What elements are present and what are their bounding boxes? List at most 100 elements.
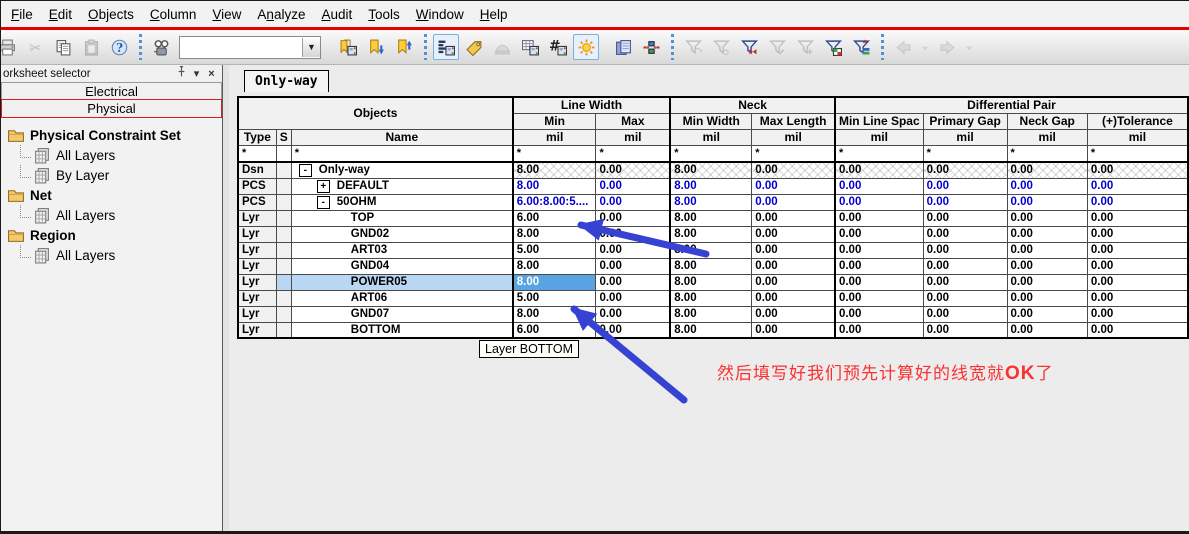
value-cell[interactable]: 8.00	[670, 162, 752, 178]
value-cell[interactable]: 0.00	[1087, 290, 1188, 306]
value-cell[interactable]: 0.00	[1007, 210, 1087, 226]
name-cell[interactable]: GND02	[291, 226, 513, 242]
close-icon[interactable]: ×	[204, 67, 219, 82]
value-cell[interactable]: 8.00	[670, 258, 752, 274]
menu-file[interactable]: File	[3, 4, 41, 25]
capture-button[interactable]	[489, 34, 515, 60]
value-cell[interactable]: 0.00	[923, 226, 1007, 242]
name-cell[interactable]: -Only-way	[291, 162, 513, 178]
menu-analyze[interactable]: Analyze	[249, 4, 313, 25]
filter-cell[interactable]: *	[513, 145, 596, 162]
status-cell[interactable]	[276, 274, 291, 290]
status-cell[interactable]	[276, 290, 291, 306]
name-cell[interactable]: +DEFAULT	[291, 178, 513, 194]
tree-item-region[interactable]: Region	[7, 225, 222, 245]
filter-cell[interactable]: *	[238, 145, 276, 162]
sidebar-tab-electrical[interactable]: Electrical	[1, 82, 222, 100]
value-cell[interactable]: 0.00	[752, 290, 835, 306]
value-cell[interactable]: 0.00	[752, 162, 835, 178]
filter-clear-button[interactable]	[708, 34, 734, 60]
value-cell[interactable]: 8.00	[513, 178, 596, 194]
menu-edit[interactable]: Edit	[41, 4, 80, 25]
value-cell[interactable]: 8.00	[670, 274, 752, 290]
name-cell[interactable]: -50OHM	[291, 194, 513, 210]
spreadsheet-view-button[interactable]	[517, 34, 543, 60]
copy-button[interactable]	[50, 34, 76, 60]
value-cell[interactable]: 0.00	[923, 290, 1007, 306]
status-cell[interactable]	[276, 306, 291, 322]
value-cell[interactable]: 0.00	[1007, 242, 1087, 258]
bookmarks-button[interactable]	[335, 34, 361, 60]
value-cell[interactable]: 8.00	[670, 242, 752, 258]
sidebar-tab-physical[interactable]: Physical	[1, 99, 222, 118]
value-cell[interactable]: 0.00	[752, 194, 835, 210]
net-topology-button[interactable]	[638, 34, 664, 60]
column-header-min-width[interactable]: Min Width	[670, 113, 752, 129]
tree-item-physical-constraint-set[interactable]: Physical Constraint Set	[7, 125, 222, 145]
chevron-down-icon[interactable]: ▾	[189, 67, 204, 82]
value-cell[interactable]: 0.00	[923, 258, 1007, 274]
tree-item-by-layer[interactable]: By Layer	[7, 165, 222, 185]
value-cell[interactable]: 0.00	[596, 274, 670, 290]
column-header-max[interactable]: Max	[596, 113, 670, 129]
value-cell[interactable]: 0.00	[923, 162, 1007, 178]
value-cell[interactable]: 8.00	[513, 226, 596, 242]
filter-table-button[interactable]	[820, 34, 846, 60]
name-cell[interactable]: POWER05	[291, 274, 513, 290]
filter-cell[interactable]: *	[1007, 145, 1087, 162]
value-cell[interactable]: 6.00:8.00:5....	[513, 194, 596, 210]
help-button[interactable]: ?	[106, 34, 132, 60]
pin-icon[interactable]	[174, 65, 189, 83]
menu-column[interactable]: Column	[142, 4, 205, 25]
value-cell[interactable]: 0.00	[835, 242, 923, 258]
value-cell[interactable]: 0.00	[923, 274, 1007, 290]
value-cell[interactable]: 0.00	[1087, 258, 1188, 274]
value-cell[interactable]: 0.00	[1087, 274, 1188, 290]
value-cell[interactable]: 0.00	[596, 290, 670, 306]
value-cell[interactable]: 8.00	[513, 258, 596, 274]
value-cell[interactable]: 8.00	[670, 178, 752, 194]
value-cell[interactable]: 6.00	[513, 210, 596, 226]
type-cell[interactable]: Dsn	[238, 162, 276, 178]
type-cell[interactable]: Lyr	[238, 274, 276, 290]
menu-help[interactable]: Help	[472, 4, 516, 25]
value-cell[interactable]: 0.00	[752, 258, 835, 274]
value-cell[interactable]: 0.00	[835, 306, 923, 322]
column-header--tolerance[interactable]: (+)Tolerance	[1087, 113, 1188, 129]
tree-item-all-layers[interactable]: All Layers	[7, 145, 222, 165]
value-cell[interactable]: 0.00	[1007, 226, 1087, 242]
value-cell[interactable]: 0.00	[752, 226, 835, 242]
value-cell[interactable]: 8.00	[670, 306, 752, 322]
filter-delete-button[interactable]	[736, 34, 762, 60]
filter-edit-button[interactable]	[764, 34, 790, 60]
value-cell[interactable]: 8.00	[670, 210, 752, 226]
name-cell[interactable]: ART03	[291, 242, 513, 258]
value-cell[interactable]: 0.00	[752, 210, 835, 226]
status-cell[interactable]	[276, 226, 291, 242]
column-header-neck-gap[interactable]: Neck Gap	[1007, 113, 1087, 129]
worksheet-tab-only-way[interactable]: Only-way	[244, 70, 329, 92]
highlight-button[interactable]	[573, 34, 599, 60]
value-cell[interactable]: 0.00	[835, 258, 923, 274]
filter-cell[interactable]: *	[670, 145, 752, 162]
prev-bookmark-button[interactable]	[391, 34, 417, 60]
value-cell[interactable]: 8.00	[670, 290, 752, 306]
value-cell[interactable]: 0.00	[923, 194, 1007, 210]
status-cell[interactable]	[276, 242, 291, 258]
tree-item-all-layers[interactable]: All Layers	[7, 205, 222, 225]
tree-item-net[interactable]: Net	[7, 185, 222, 205]
value-cell[interactable]: 0.00	[596, 178, 670, 194]
type-cell[interactable]: Lyr	[238, 306, 276, 322]
filter-custom-button[interactable]	[792, 34, 818, 60]
value-cell[interactable]: 0.00	[1087, 226, 1188, 242]
menu-objects[interactable]: Objects	[80, 4, 142, 25]
back-history-button[interactable]	[918, 34, 932, 60]
value-cell[interactable]: 0.00	[596, 162, 670, 178]
status-cell[interactable]	[276, 178, 291, 194]
value-cell[interactable]: 0.00	[1087, 306, 1188, 322]
filter-cell[interactable]: *	[1087, 145, 1188, 162]
type-cell[interactable]: Lyr	[238, 258, 276, 274]
value-cell[interactable]: 0.00	[596, 210, 670, 226]
menu-audit[interactable]: Audit	[313, 4, 360, 25]
value-cell[interactable]: 0.00	[1087, 194, 1188, 210]
